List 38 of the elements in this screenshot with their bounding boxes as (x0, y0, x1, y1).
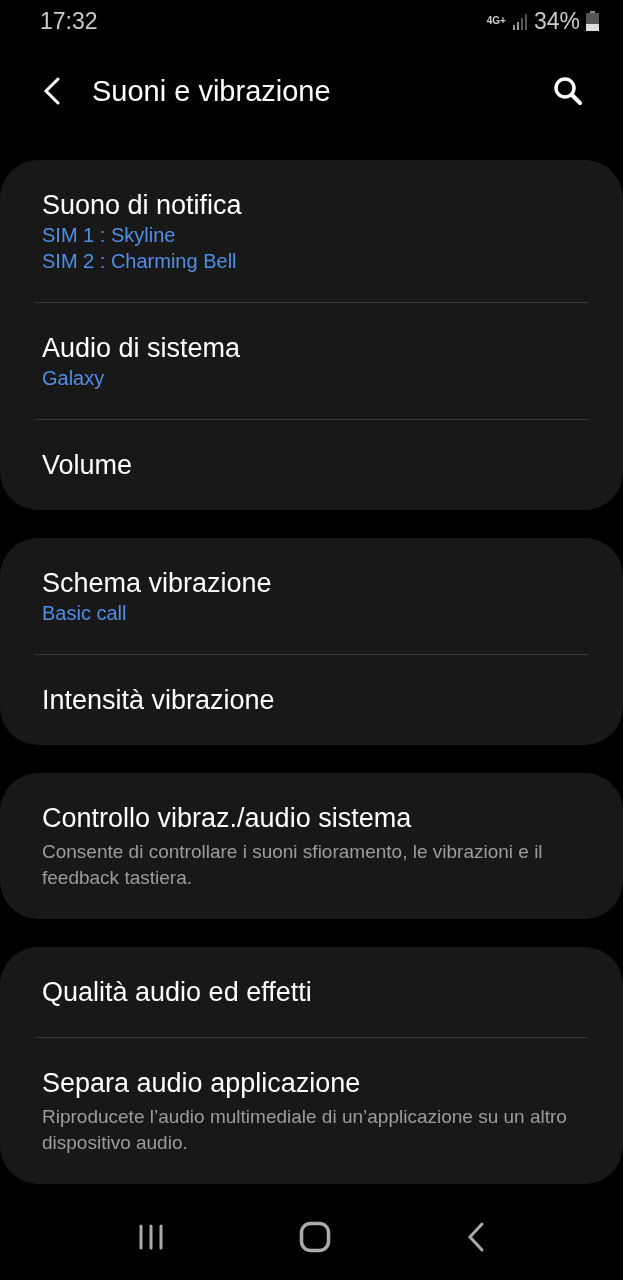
settings-item[interactable]: Qualità audio ed effetti (0, 947, 623, 1037)
battery-percent: 34% (533, 7, 580, 35)
back-icon (465, 1221, 486, 1253)
item-title: Suono di notifica (42, 189, 243, 222)
home-button[interactable] (299, 1221, 332, 1253)
status-time: 17:32 (40, 7, 99, 35)
back-button[interactable] (465, 1221, 486, 1253)
item-title: Schema vibrazione (42, 567, 273, 600)
item-value: Galaxy (42, 366, 106, 391)
settings-item[interactable]: Intensità vibrazione (0, 655, 623, 745)
home-icon (299, 1221, 332, 1253)
search-icon (553, 76, 583, 106)
recent-apps-icon (137, 1223, 166, 1251)
item-value: SIM 2 : Charming Bell (42, 249, 238, 274)
item-description: Consente di controllare i suoni sfioramento, le vibrazioni e il feedback tastiera. (42, 840, 544, 890)
item-title: Controllo vibraz./audio sistema (42, 802, 413, 835)
signal-icon (511, 12, 528, 30)
item-title: Qualità audio ed effetti (42, 976, 313, 1009)
back-button[interactable] (42, 77, 62, 105)
item-title: Audio di sistema (42, 332, 242, 365)
battery-icon (586, 11, 599, 31)
item-title: Intensità vibrazione (42, 684, 276, 717)
item-value: Basic call (42, 601, 128, 626)
item-title: Volume (42, 449, 134, 482)
settings-item[interactable]: Volume (0, 420, 623, 510)
back-icon (42, 77, 62, 105)
search-button[interactable] (553, 76, 583, 106)
settings-item[interactable]: Separa audio applicazione Riproducete l’audio multimediale di un’applicazione su un altro dispositivo audio. (0, 1038, 623, 1184)
settings-item[interactable]: Suono di notifica SIM 1 : Skyline SIM 2 : Charming Bell (0, 160, 623, 302)
page-title: Suoni e vibrazione (92, 74, 332, 108)
settings-item[interactable]: Audio di sistema Galaxy (0, 303, 623, 419)
recent-apps-button[interactable] (137, 1223, 166, 1251)
settings-item[interactable]: Schema vibrazione Basic call (0, 538, 623, 654)
item-value: SIM 1 : Skyline (42, 223, 177, 248)
network-type: 4G+ (486, 16, 506, 26)
settings-item[interactable]: Controllo vibraz./audio sistema Consente di controllare i suoni sfioramento, le vibrazioni e il feedback tastiera. (0, 773, 623, 919)
item-title: Separa audio applicazione (42, 1067, 362, 1100)
item-description: Riproducete l’audio multimediale di un’applicazione su un altro dispositivo audio. (42, 1105, 568, 1155)
